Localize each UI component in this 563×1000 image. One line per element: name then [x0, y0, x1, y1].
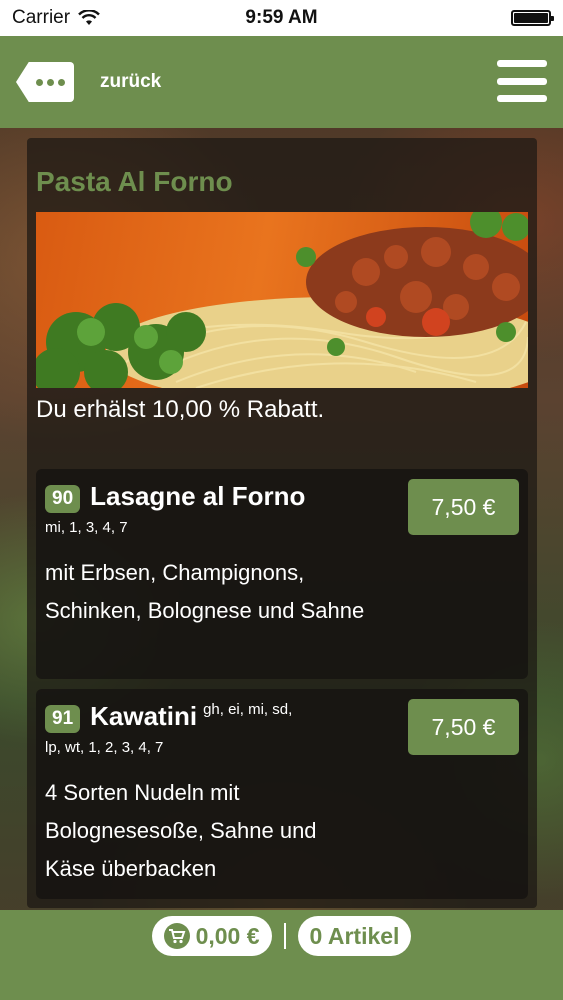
shopping-cart-icon	[163, 923, 190, 949]
item-number-badge: 91	[45, 705, 81, 733]
menu-item: 91 Kawatini gh, ei, mi, sd, lp, wt, 1, 2…	[36, 689, 528, 899]
wifi-icon	[78, 10, 100, 25]
item-title: Lasagne al Forno	[90, 481, 306, 511]
category-banner-image	[36, 212, 528, 388]
cart-footer: 0,00 € 0 Artikel	[0, 910, 563, 1000]
cart-count-button[interactable]: 0 Artikel	[297, 916, 412, 956]
item-number-badge: 90	[45, 485, 81, 513]
item-title-allergens: gh, ei, mi, sd,	[203, 701, 293, 718]
back-tag-icon	[16, 62, 74, 102]
cart-count: 0 Artikel	[309, 922, 400, 949]
cart-total-button[interactable]: 0,00 €	[151, 916, 272, 956]
item-description: mit Erbsen, Champignons, Schinken, Bolog…	[45, 560, 365, 623]
pasta-bolognese-illustration	[36, 212, 528, 388]
back-button[interactable]: zurück	[16, 62, 161, 102]
status-bar: Carrier 9:59 AM	[0, 0, 563, 36]
cart-amount: 0,00 €	[195, 922, 260, 949]
item-title: Kawatini	[90, 701, 198, 731]
battery-icon	[511, 10, 554, 26]
add-to-cart-price-button[interactable]: 7,50 €	[408, 699, 519, 755]
menu-item: 90 Lasagne al Forno mi, 1, 3, 4, 7 mit E…	[36, 469, 528, 679]
item-description: 4 Sorten Nudeln mit Bolognesesoße, Sahne…	[45, 780, 317, 881]
carrier-label: Carrier	[12, 7, 71, 28]
app-header: zurück	[0, 36, 563, 128]
discount-text: Du erhälst 10,00 % Rabatt.	[36, 396, 325, 423]
category-panel: Pasta Al Forno Du erhälst 10,00 % Rabatt…	[27, 138, 537, 908]
category-title: Pasta Al Forno	[36, 166, 233, 197]
footer-divider	[283, 923, 286, 949]
add-to-cart-price-button[interactable]: 7,50 €	[408, 479, 519, 535]
back-label: zurück	[100, 71, 162, 92]
hamburger-menu-icon[interactable]	[497, 60, 547, 102]
